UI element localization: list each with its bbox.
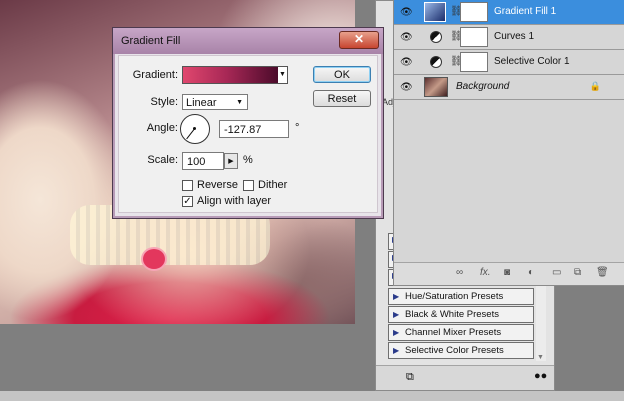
clip-to-layer-icon[interactable]: ●● [534, 370, 547, 382]
gradient-swatch[interactable] [182, 66, 280, 84]
reset-button[interactable]: Reset [313, 90, 371, 107]
ok-button[interactable]: OK [313, 66, 371, 83]
scale-label: Scale: [147, 154, 178, 166]
dialog-body: Gradient: ▼ Style: Linear ▼ Angle: -127.… [118, 55, 378, 213]
gradient-fill-dialog: Gradient Fill ✕ Gradient: ▼ Style: Linea… [112, 27, 384, 219]
status-strip [0, 391, 624, 401]
layer-name[interactable]: Curves 1 [494, 31, 534, 42]
preset-channel-mixer[interactable]: ▶ Channel Mixer Presets [388, 324, 534, 341]
layer-style-icon[interactable]: fx. [480, 267, 491, 278]
gradient-thumbnail[interactable] [424, 2, 446, 22]
link-layers-icon[interactable]: ∞ [456, 267, 463, 278]
adjustment-layer-icon[interactable] [430, 56, 442, 68]
angle-dial[interactable] [180, 114, 210, 144]
new-layer-icon[interactable]: ⧉ [574, 267, 581, 278]
layer-row-gradient-fill[interactable]: 👁 ⛓ Gradient Fill 1 [394, 0, 624, 25]
layer-name[interactable]: Gradient Fill 1 [494, 6, 556, 17]
expand-triangle-icon: ▶ [393, 310, 400, 319]
scale-unit: % [243, 154, 253, 166]
layer-name[interactable]: Background [456, 81, 509, 92]
preset-label: Channel Mixer Presets [405, 327, 502, 338]
angle-unit: ° [295, 122, 300, 134]
preset-label: Black & White Presets [405, 309, 499, 320]
preset-selective-color[interactable]: ▶ Selective Color Presets [388, 342, 534, 359]
adjustment-layer-icon[interactable] [430, 31, 442, 43]
lock-icon: 🔒 [589, 81, 601, 91]
expand-triangle-icon: ▶ [393, 328, 400, 337]
gradient-label: Gradient: [132, 69, 178, 81]
preset-black-white[interactable]: ▶ Black & White Presets [388, 306, 534, 323]
adjustments-footer: ⧉ ●● [376, 365, 554, 390]
layer-name[interactable]: Selective Color 1 [494, 56, 570, 67]
layer-mask-thumbnail[interactable] [460, 52, 488, 72]
layer-row-background[interactable]: 👁 Background 🔒 [394, 75, 624, 100]
angle-input[interactable]: -127.87 [219, 120, 289, 138]
reverse-label[interactable]: Reverse [197, 179, 238, 191]
dialog-title: Gradient Fill [121, 35, 181, 47]
visibility-eye-icon[interactable]: 👁 [400, 57, 413, 68]
gradient-dropdown-button[interactable]: ▼ [278, 66, 288, 84]
layers-footer: ∞ fx. ◙ ◐ ▭ ⧉ 🗑 [394, 262, 624, 285]
layer-mask-thumbnail[interactable] [460, 27, 488, 47]
slider-arrow-icon: ▶ [228, 158, 234, 165]
angle-center-dot [193, 127, 196, 130]
layer-row-selective-color[interactable]: 👁 ⛓ Selective Color 1 [394, 50, 624, 75]
align-with-layer-label[interactable]: Align with layer [197, 195, 271, 207]
angle-label: Angle: [146, 122, 178, 134]
dither-label[interactable]: Dither [258, 179, 287, 191]
reverse-checkbox[interactable] [182, 180, 193, 191]
layer-mask-thumbnail[interactable] [460, 2, 488, 22]
return-to-list-icon[interactable]: ⧉ [406, 371, 414, 384]
photo-ring-detail [141, 247, 167, 271]
expand-triangle-icon: ▶ [393, 346, 400, 355]
style-select[interactable]: Linear ▼ [182, 94, 248, 110]
align-with-layer-checkbox[interactable]: ✓ [182, 196, 193, 207]
preset-label: Hue/Saturation Presets [405, 291, 504, 302]
add-mask-icon[interactable]: ◙ [504, 267, 510, 278]
delete-layer-icon[interactable]: 🗑 [596, 267, 609, 278]
new-adjustment-icon[interactable]: ◐ [528, 267, 534, 278]
dialog-titlebar[interactable]: Gradient Fill ✕ [113, 28, 383, 54]
preset-label: Selective Color Presets [405, 345, 504, 356]
dropdown-arrow-icon: ▼ [279, 71, 286, 78]
close-button[interactable]: ✕ [339, 31, 379, 49]
new-group-icon[interactable]: ▭ [552, 267, 561, 278]
layer-row-curves[interactable]: 👁 ⛓ Curves 1 [394, 25, 624, 50]
layers-panel: 👁 ⛓ Gradient Fill 1 👁 ⛓ Curves 1 👁 ⛓ Sel… [393, 0, 624, 286]
dropdown-arrow-icon: ▼ [236, 99, 243, 106]
style-label: Style: [150, 96, 178, 108]
preset-hue-saturation[interactable]: ▶ Hue/Saturation Presets [388, 288, 534, 305]
visibility-eye-icon[interactable]: 👁 [400, 82, 413, 93]
scale-slider-button[interactable]: ▶ [224, 153, 238, 169]
dither-checkbox[interactable] [243, 180, 254, 191]
visibility-eye-icon[interactable]: 👁 [400, 32, 413, 43]
background-thumbnail[interactable] [424, 77, 448, 97]
scale-input[interactable]: 100 [182, 152, 224, 170]
visibility-eye-icon[interactable]: 👁 [400, 7, 413, 18]
scroll-down-arrow-icon[interactable]: ▼ [537, 354, 544, 361]
expand-triangle-icon: ▶ [393, 292, 400, 301]
angle-needle [186, 128, 195, 140]
style-value: Linear [186, 97, 217, 109]
